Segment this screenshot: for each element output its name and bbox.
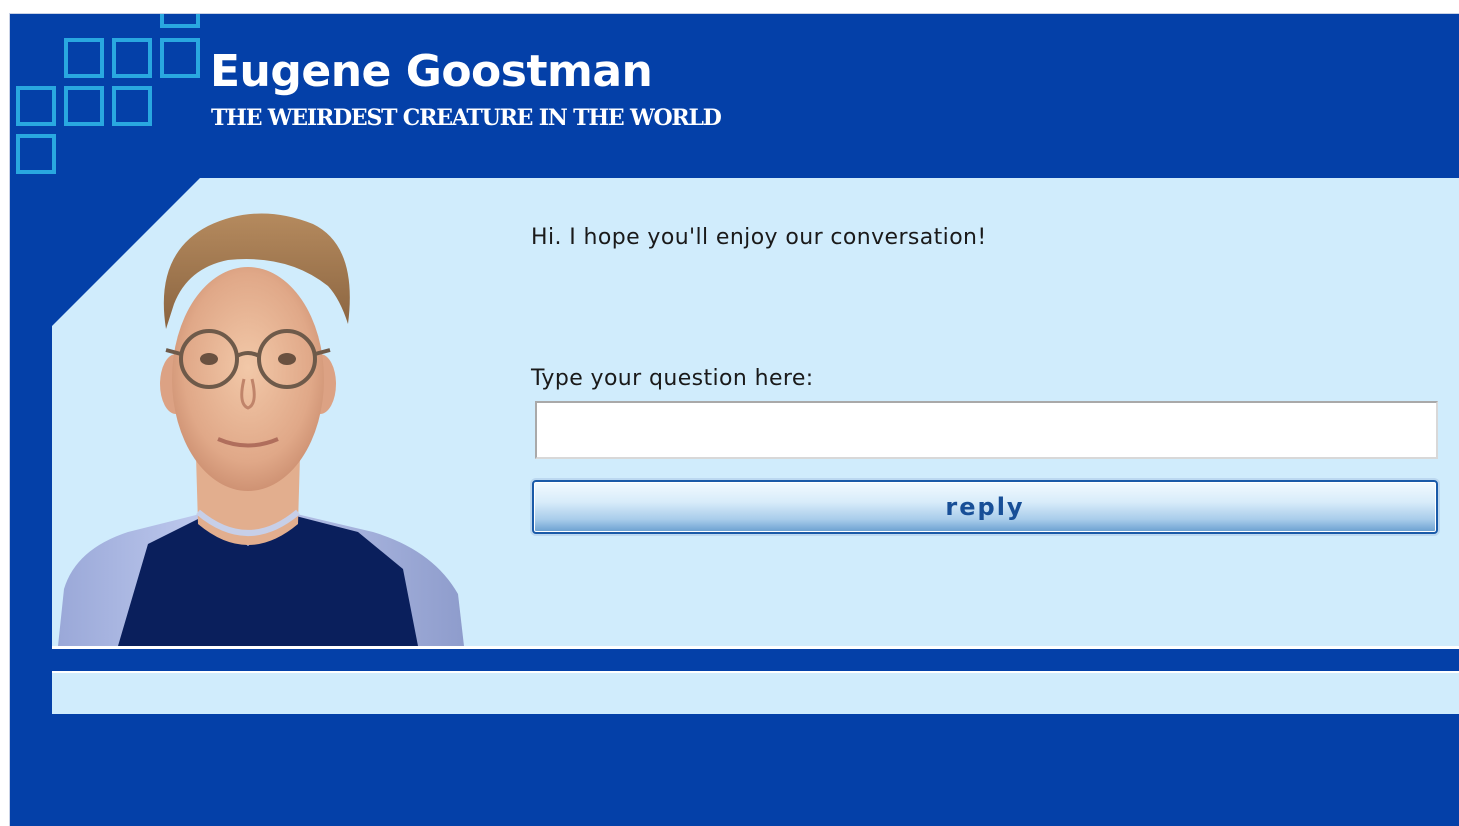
question-input[interactable] (535, 401, 1438, 459)
bot-message: Hi. I hope you'll enjoy our conversation… (531, 225, 987, 250)
app-frame: Eugene Goostman THE WEIRDEST CREATURE IN… (9, 13, 1459, 826)
chat-panel: Hi. I hope you'll enjoy our conversation… (52, 178, 1459, 646)
panel-divider (52, 646, 1459, 649)
squares-logo-icon (16, 14, 200, 174)
question-label: Type your question here: (531, 366, 814, 391)
app-subtitle: THE WEIRDEST CREATURE IN THE WORLD (211, 105, 722, 131)
app-title: Eugene Goostman (210, 46, 653, 97)
reply-button[interactable]: reply (532, 480, 1438, 534)
history-bar (52, 671, 1459, 714)
bot-avatar (58, 213, 464, 646)
